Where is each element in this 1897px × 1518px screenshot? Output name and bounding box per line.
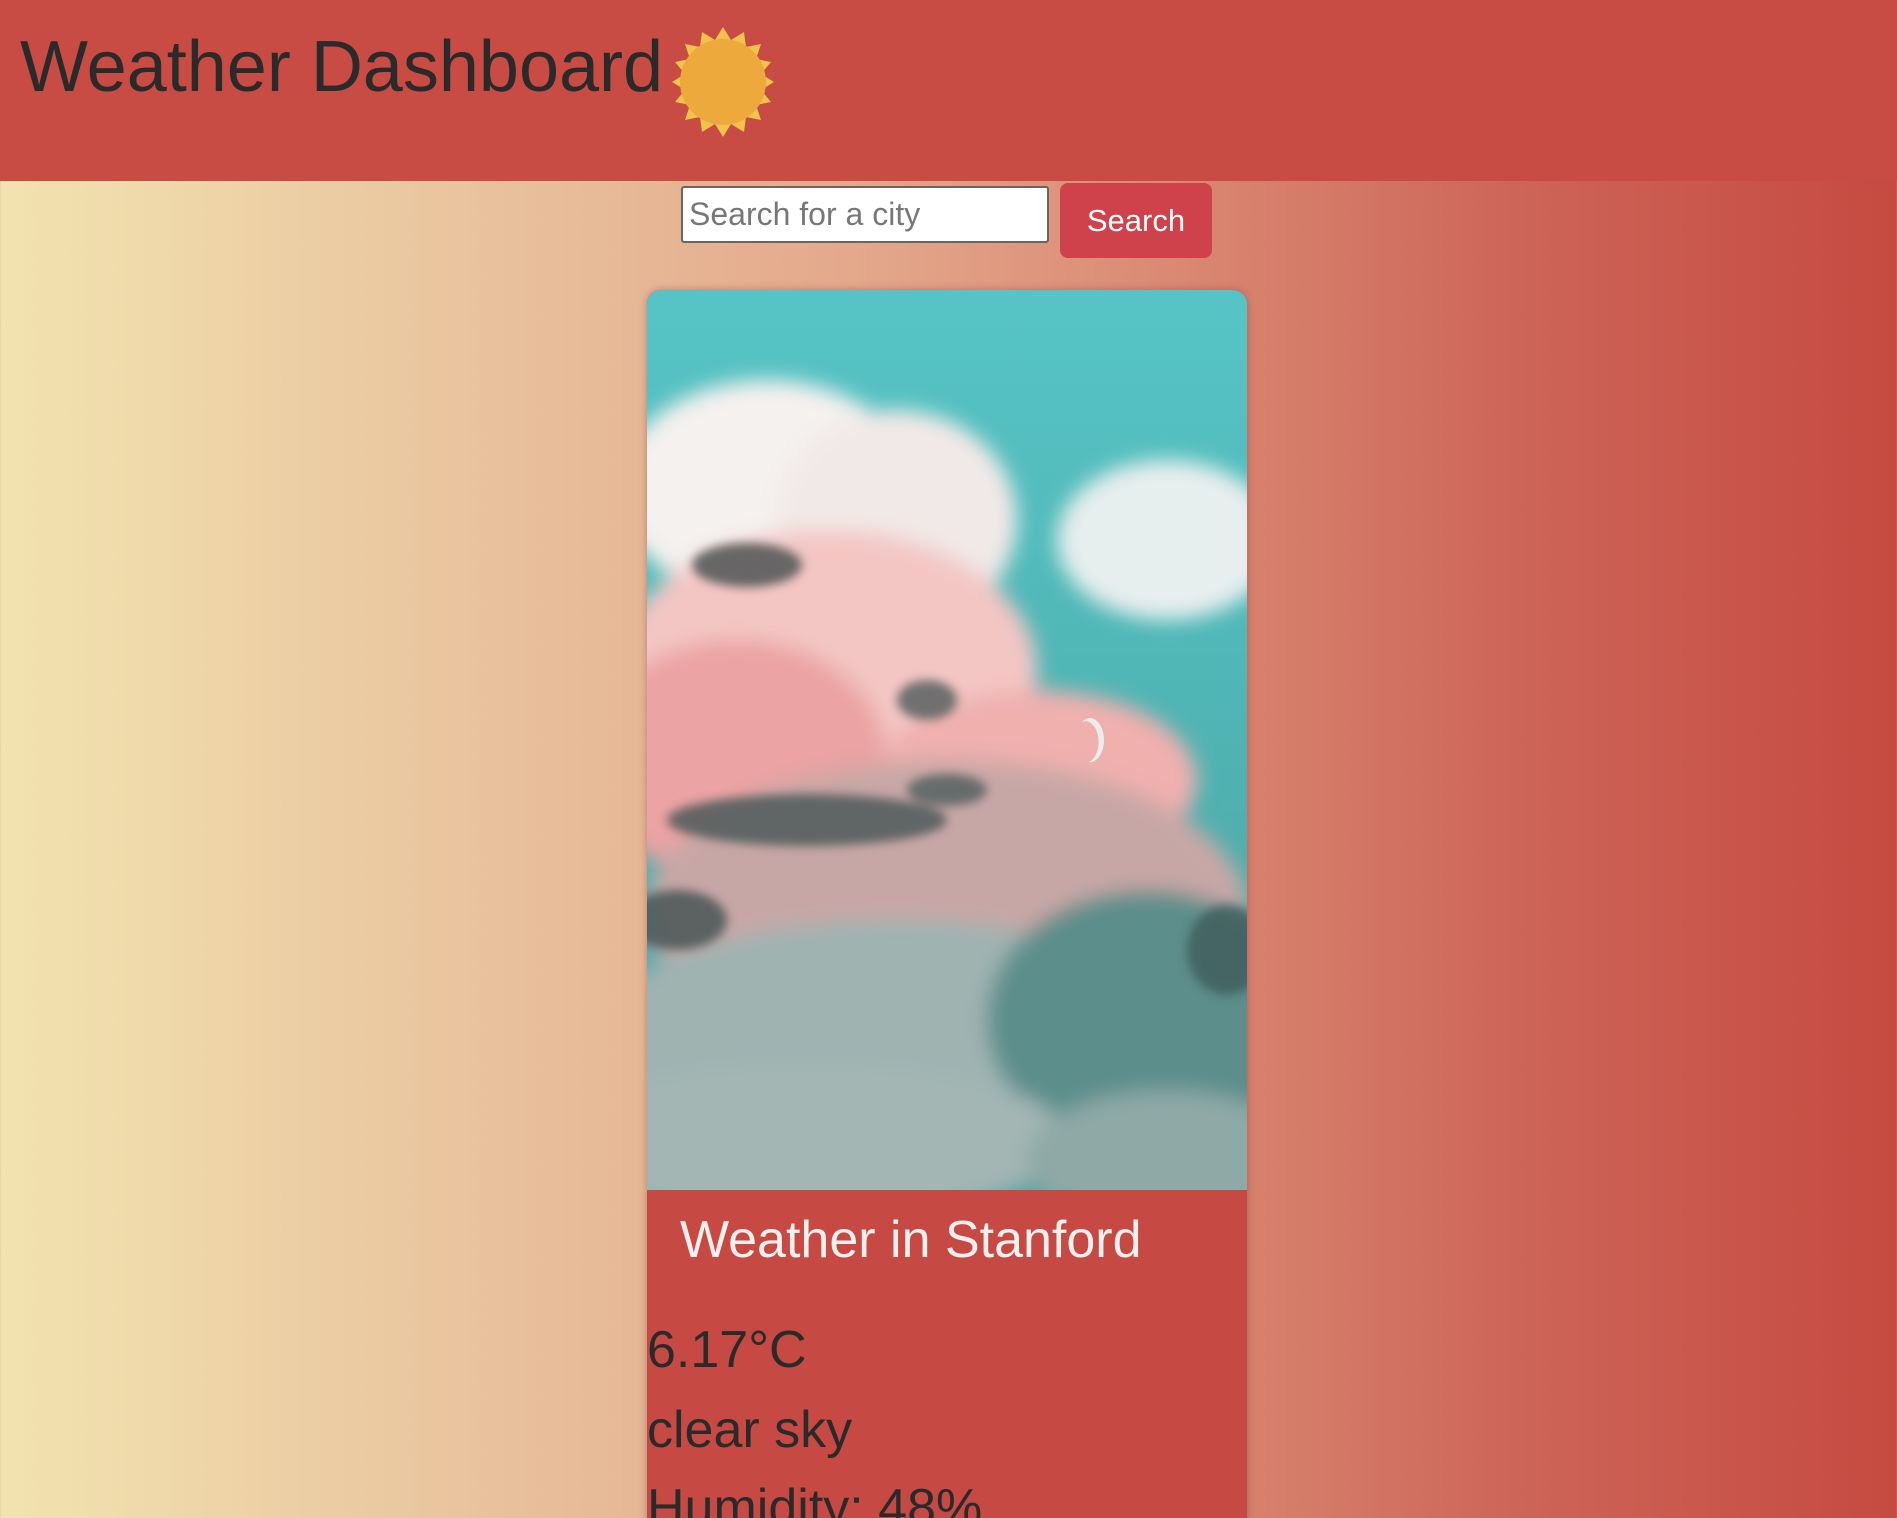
weather-info: Weather in Stanford 6.17°C clear sky Hum…	[647, 1190, 1247, 1518]
page-header: Weather Dashboard	[0, 0, 1897, 181]
weather-description: clear sky	[647, 1401, 853, 1459]
search-button[interactable]: Search	[1060, 183, 1212, 258]
humidity: Humidity: 48%	[647, 1479, 983, 1518]
sun-icon	[658, 22, 788, 152]
search-input[interactable]	[681, 186, 1049, 243]
temperature: 6.17°C	[647, 1321, 807, 1379]
city-heading: Weather in Stanford	[680, 1211, 1142, 1269]
weather-card: Weather in Stanford 6.17°C clear sky Hum…	[647, 290, 1247, 1518]
page-title: Weather Dashboard	[20, 27, 664, 107]
cloudy-sky-with-moon-image	[647, 290, 1247, 1190]
